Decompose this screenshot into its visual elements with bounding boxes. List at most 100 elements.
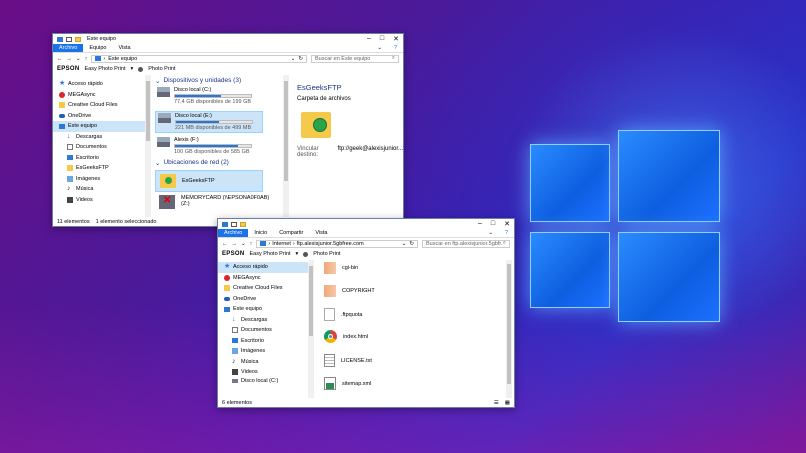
address-dropdown-icon[interactable]: ⌄: [291, 56, 296, 62]
large-icons-view-icon[interactable]: ▦: [505, 400, 510, 406]
nav-item-documentos[interactable]: Documentos: [53, 142, 145, 153]
nav-item-onedrive[interactable]: OneDrive: [218, 294, 308, 305]
scrollbar-thumb[interactable]: [284, 81, 288, 181]
tab-vista[interactable]: Vista: [309, 229, 333, 237]
recent-locations-icon[interactable]: ⌄: [76, 56, 81, 62]
help-icon[interactable]: ?: [388, 44, 403, 52]
tab-archivo[interactable]: Archivo: [53, 44, 84, 52]
file-item-ftpquota[interactable]: .ftpquota: [324, 308, 362, 321]
title-bar[interactable]: Este equipo – □ ✕: [53, 34, 403, 44]
window-controls[interactable]: – □ ✕: [367, 35, 399, 43]
search-input[interactable]: Buscar en ftp.alexisjunior.5gbfr... ⌕: [422, 239, 510, 248]
up-icon[interactable]: ↑: [85, 56, 88, 62]
photo-print-button[interactable]: Photo Print: [313, 251, 340, 257]
photo-print-button[interactable]: Photo Print: [148, 66, 175, 72]
nav-item-acceso-rapido[interactable]: ★ Acceso rápido: [218, 262, 308, 273]
group-header-devices[interactable]: ⌄ Dispositivos y unidades (3): [155, 76, 241, 85]
close-button[interactable]: ✕: [393, 35, 399, 43]
search-input[interactable]: Buscar en Este equipo ⌕: [311, 54, 399, 63]
drive-item-f[interactable]: Alexis (F:) 100 GB disponibles de 585 GB: [157, 137, 252, 155]
minimize-button[interactable]: –: [478, 220, 482, 228]
drive-item-e[interactable]: Disco local (E:) 221 MB disponibles de 4…: [155, 111, 263, 133]
maximize-button[interactable]: □: [380, 35, 384, 43]
file-item-cgi-bin[interactable]: cgi-bin: [324, 262, 358, 274]
nav-pane-scrollbar[interactable]: [145, 75, 151, 217]
nav-item-musica[interactable]: ♪ Música: [53, 184, 145, 195]
up-icon[interactable]: ↑: [250, 241, 253, 247]
ribbon-expand-icon[interactable]: ⌄: [482, 229, 499, 237]
dropdown-icon[interactable]: ▾: [295, 251, 298, 257]
tab-inicio[interactable]: Inicio: [248, 229, 273, 237]
network-item-memorycard[interactable]: ✕ MEMORYCARD (\\EPSONA0F0AB) (Z:): [159, 195, 269, 209]
file-item-index-html[interactable]: index.html: [324, 330, 368, 343]
back-icon[interactable]: ←: [222, 241, 228, 247]
nav-item-musica[interactable]: ♪ Música: [218, 357, 308, 368]
explorer-window-ftp[interactable]: – □ ✕ Archivo Inicio Compartir Vista ⌄ ?…: [217, 218, 515, 408]
details-view-icon[interactable]: ☰: [494, 400, 499, 406]
nav-item-videos[interactable]: Videos: [53, 195, 145, 206]
tab-archivo[interactable]: Archivo: [218, 229, 249, 237]
new-folder-icon[interactable]: [75, 36, 81, 42]
quick-access-toolbar[interactable]: [222, 221, 246, 227]
scrollbar-thumb[interactable]: [507, 264, 511, 384]
file-list-scrollbar[interactable]: [506, 260, 512, 398]
back-icon[interactable]: ←: [57, 56, 63, 62]
nav-item-esgeeksftp[interactable]: EsGeeksFTP: [53, 163, 145, 174]
recent-locations-icon[interactable]: ⌄: [241, 241, 246, 247]
ribbon-expand-icon[interactable]: ⌄: [371, 44, 388, 52]
nav-item-este-equipo[interactable]: Este equipo: [53, 121, 145, 132]
window-controls[interactable]: – □ ✕: [478, 220, 510, 228]
easy-photo-print-button[interactable]: Easy Photo Print: [85, 66, 126, 72]
close-button[interactable]: ✕: [504, 220, 510, 228]
tab-equipo[interactable]: Equipo: [83, 44, 112, 52]
address-bar[interactable]: › Este equipo ⌄ ↻: [91, 54, 307, 63]
file-item-copyright[interactable]: COPYRIGHT: [324, 285, 375, 297]
nav-item-documentos[interactable]: Documentos: [218, 325, 308, 336]
minimize-button[interactable]: –: [367, 35, 371, 43]
easy-photo-print-button[interactable]: Easy Photo Print: [250, 251, 291, 257]
maximize-button[interactable]: □: [491, 220, 495, 228]
new-folder-icon[interactable]: [240, 221, 246, 227]
tab-vista[interactable]: Vista: [112, 44, 136, 52]
file-item-license-txt[interactable]: LICENSE.txt: [324, 354, 372, 367]
nav-item-este-equipo[interactable]: Este equipo: [218, 304, 308, 315]
address-dropdown-icon[interactable]: ⌄: [402, 241, 407, 247]
nav-item-creative-cloud[interactable]: Creative Cloud Files: [218, 283, 308, 294]
file-item-sitemap-xml[interactable]: sitemap.xml: [324, 377, 371, 390]
nav-item-megasync[interactable]: MEGAsync: [53, 90, 145, 101]
address-bar[interactable]: › Internet › ftp.alexisjunior.5gbfree.co…: [256, 239, 418, 248]
main-pane-scrollbar[interactable]: [283, 75, 289, 217]
nav-item-videos[interactable]: Videos: [218, 367, 308, 378]
nav-item-megasync[interactable]: MEGAsync: [218, 273, 308, 284]
address-segment-internet[interactable]: Internet: [272, 241, 291, 247]
network-item-esgeeksftp[interactable]: EsGeeksFTP: [155, 170, 263, 192]
explorer-window-este-equipo[interactable]: Este equipo – □ ✕ Archivo Equipo Vista ⌄…: [52, 33, 404, 227]
properties-icon[interactable]: [231, 221, 237, 227]
nav-item-descargas[interactable]: ↓ Descargas: [218, 315, 308, 326]
scrollbar-thumb[interactable]: [146, 81, 150, 141]
nav-item-onedrive[interactable]: OneDrive: [53, 111, 145, 122]
nav-item-imagenes[interactable]: Imágenes: [218, 346, 308, 357]
nav-item-escritorio[interactable]: Escritorio: [218, 336, 308, 347]
address-segment-host[interactable]: ftp.alexisjunior.5gbfree.com: [297, 241, 364, 247]
refresh-icon[interactable]: ↻: [409, 241, 414, 247]
properties-icon[interactable]: [66, 36, 72, 42]
group-header-network[interactable]: ⌄ Ubicaciones de red (2): [155, 158, 229, 167]
nav-item-imagenes[interactable]: Imágenes: [53, 174, 145, 185]
help-icon[interactable]: ?: [499, 229, 514, 237]
dropdown-icon[interactable]: ▾: [130, 66, 133, 72]
quick-access-toolbar[interactable]: [57, 36, 81, 42]
nav-item-acceso-rapido[interactable]: ★ Acceso rápido: [53, 79, 145, 90]
title-bar[interactable]: – □ ✕: [218, 219, 514, 229]
nav-item-disco-local-c[interactable]: Disco local (C:): [218, 378, 308, 385]
tab-compartir[interactable]: Compartir: [273, 229, 309, 237]
forward-icon[interactable]: →: [67, 56, 73, 62]
nav-pane-scrollbar[interactable]: [308, 260, 314, 398]
nav-item-creative-cloud[interactable]: Creative Cloud Files: [53, 100, 145, 111]
nav-item-escritorio[interactable]: Escritorio: [53, 153, 145, 164]
refresh-icon[interactable]: ↻: [298, 56, 303, 62]
drive-item-c[interactable]: Disco local (C:) 77,4 GB disponibles de …: [157, 87, 252, 105]
scrollbar-thumb[interactable]: [309, 266, 313, 336]
forward-icon[interactable]: →: [232, 241, 238, 247]
nav-item-descargas[interactable]: ↓ Descargas: [53, 132, 145, 143]
